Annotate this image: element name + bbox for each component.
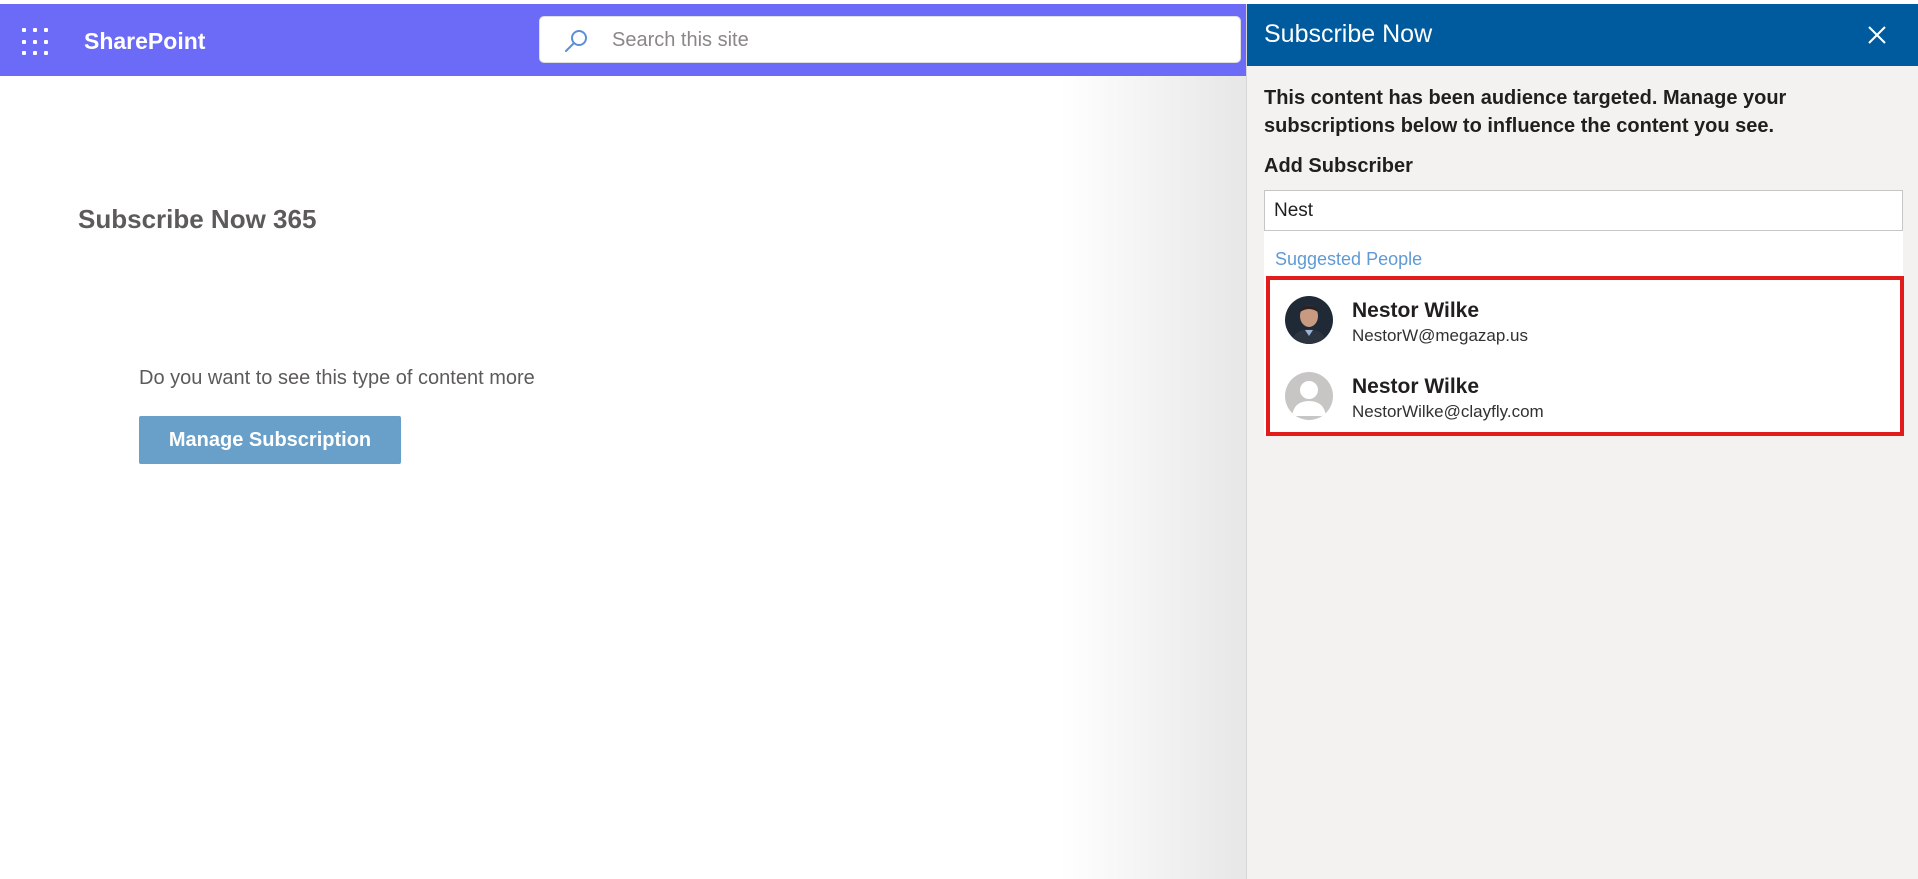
- app-launcher-icon[interactable]: [22, 28, 50, 56]
- app-name[interactable]: SharePoint: [84, 28, 205, 55]
- add-subscriber-input[interactable]: [1264, 190, 1903, 231]
- subscription-question: Do you want to see this type of content …: [139, 367, 535, 389]
- photo-avatar: [1285, 296, 1333, 344]
- panel-header: Subscribe Now: [1247, 4, 1918, 66]
- panel-title: Subscribe Now: [1264, 20, 1433, 48]
- manage-subscription-button[interactable]: Manage Subscription: [139, 416, 401, 464]
- suite-bar: SharePoint: [0, 4, 1246, 76]
- suggested-person-item[interactable]: Nestor Wilke NestorWilke@clayfly.com: [1285, 366, 1885, 426]
- person-name: Nestor Wilke: [1352, 299, 1480, 322]
- suggested-people-list: Nestor Wilke NestorW@megazap.us Nestor W…: [1266, 276, 1904, 436]
- add-subscriber-label: Add Subscriber: [1264, 155, 1413, 177]
- search-box[interactable]: [539, 16, 1241, 64]
- panel-description: This content has been audience targeted.…: [1264, 87, 1787, 137]
- page-title: Subscribe Now 365: [78, 204, 317, 234]
- suggested-person-item[interactable]: Nestor Wilke NestorW@megazap.us: [1285, 290, 1885, 350]
- close-icon[interactable]: [1863, 21, 1891, 49]
- search-input[interactable]: [610, 17, 1214, 64]
- person-email: NestorWilke@clayfly.com: [1352, 402, 1544, 421]
- subscribe-panel: Subscribe Now This content has been audi…: [1246, 4, 1918, 879]
- default-person-icon: [1285, 372, 1333, 420]
- person-email: NestorW@megazap.us: [1352, 326, 1528, 345]
- search-icon: [565, 30, 587, 52]
- suggested-people-header: Suggested People: [1275, 249, 1423, 269]
- person-name: Nestor Wilke: [1352, 375, 1480, 398]
- panel-overlay-shade: [1060, 76, 1246, 879]
